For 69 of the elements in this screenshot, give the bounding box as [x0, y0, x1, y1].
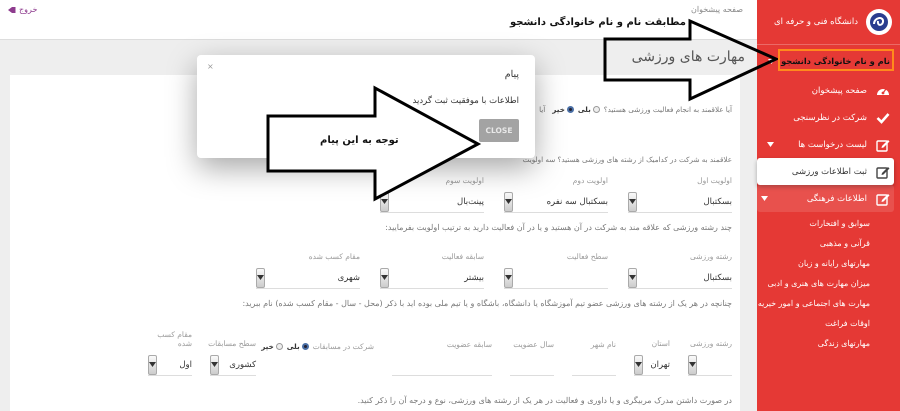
- checkmark-icon: [876, 110, 890, 124]
- dialog-message: اطلاعات با موفقیت ثبت گردید: [412, 96, 519, 106]
- annotation-caption: مطابقت نام و نام خانوادگی دانشجو: [510, 17, 686, 28]
- caret-icon: [689, 362, 696, 367]
- breadcrumb[interactable]: صفحه پیشخوان: [690, 5, 743, 14]
- dropdown-button[interactable]: [148, 354, 157, 374]
- arrow-caption: توجه به این پیام: [320, 135, 399, 146]
- dropdown-button[interactable]: [504, 268, 513, 288]
- caret-icon: [629, 199, 636, 204]
- caret-icon: [211, 362, 218, 367]
- hint-text: چند رشته ورزشی که علاقه مند به شرکت در آن هستید و یا در آن فعالیت دارید به ترتیب اولویت بفرمایید:: [384, 223, 732, 232]
- select-field[interactable]: شهری: [256, 267, 360, 289]
- caret-icon: [635, 362, 642, 367]
- caret-icon: [257, 275, 264, 280]
- submenu-item[interactable]: قرآنی و مذهبی: [761, 234, 870, 254]
- select-field[interactable]: بسکتبال: [628, 191, 732, 213]
- select-field[interactable]: بیشتر: [380, 267, 484, 289]
- select-field[interactable]: تهران: [634, 354, 670, 376]
- dropdown-button[interactable]: [504, 192, 513, 212]
- dropdown-button[interactable]: [380, 268, 389, 288]
- submenu-item[interactable]: میزان مهارت های هنری و ادبی: [761, 274, 870, 294]
- caret-icon: [505, 275, 512, 280]
- dropdown-button[interactable]: [210, 354, 219, 374]
- caret-icon: [767, 142, 774, 147]
- university-logo: [866, 9, 892, 35]
- menu-item[interactable]: لیست درخواست ها: [757, 131, 900, 158]
- select-field[interactable]: اول: [148, 354, 192, 376]
- dropdown-button[interactable]: [628, 268, 637, 288]
- hint-text: در صورت داشتن مدرک مربیگری و یا داوری و فعالیت در هر یک از رشته های ورزشی، نوع و درجه آن را ذکر کنید.: [356, 396, 732, 405]
- hint-text: چنانچه در هر یک از رشته های ورزشی عضو تیم آموزشگاه یا دانشگاه، باشگاه و یا تیم ملی بوده اید با ذکر (محل - سال - مقام کسب شده) نام ببرید:: [241, 299, 732, 308]
- submenu-item[interactable]: اوقات فراغت: [761, 314, 870, 334]
- select-field[interactable]: کشوری: [210, 354, 256, 376]
- select-field[interactable]: [688, 354, 732, 376]
- page-title: مهارت های ورزشی: [632, 49, 745, 67]
- radio-button[interactable]: [592, 106, 600, 112]
- menu-item[interactable]: شرکت در نظرسنجی: [757, 104, 900, 131]
- dropdown-button[interactable]: [634, 354, 643, 374]
- caret-icon: [149, 362, 156, 367]
- dropdown-button[interactable]: [256, 268, 265, 288]
- edit-icon: [876, 164, 890, 178]
- caret-icon: [505, 199, 512, 204]
- select-field[interactable]: بسکتبال: [628, 267, 732, 289]
- close-button[interactable]: ×: [207, 63, 214, 71]
- caret-icon: [629, 275, 636, 280]
- user-name[interactable]: نام و نام خانوادگی دانشجو: [781, 56, 890, 66]
- logout-link[interactable]: خروج: [8, 5, 38, 14]
- submenu-item[interactable]: مهارتهای رایانه و زبان: [761, 254, 870, 274]
- caret-icon: [768, 58, 776, 64]
- edit-icon: [876, 192, 890, 206]
- submenu-item[interactable]: مهارتهای زندگی: [761, 334, 870, 354]
- menu-item[interactable]: صفحه پیشخوان: [757, 77, 900, 104]
- menu-item[interactable]: اطلاعات فرهنگی: [757, 185, 894, 212]
- dropdown-button[interactable]: [628, 192, 637, 212]
- submenu-item[interactable]: سوابق و افتخارات: [761, 214, 870, 234]
- submenu-item[interactable]: مهارت های اجتماعی و امور خیریه: [761, 294, 870, 314]
- caret-icon: [761, 196, 768, 201]
- exit-icon: [8, 6, 16, 14]
- radio-button[interactable]: [566, 106, 574, 112]
- caret-icon: [381, 275, 388, 280]
- radio-button[interactable]: [276, 343, 283, 350]
- select-field[interactable]: بسکتبال سه نفره: [504, 191, 608, 213]
- dropdown-button[interactable]: [688, 354, 697, 374]
- dialog-title: پیام: [504, 69, 519, 80]
- university-name: دانشگاه فنی و حرفه ای: [774, 17, 858, 27]
- caret-icon: [381, 199, 388, 204]
- edit-icon: [876, 138, 890, 152]
- menu-item[interactable]: ثبت اطلاعات ورزشی: [757, 158, 894, 185]
- select-field[interactable]: [504, 267, 608, 289]
- radio-button[interactable]: [302, 343, 309, 350]
